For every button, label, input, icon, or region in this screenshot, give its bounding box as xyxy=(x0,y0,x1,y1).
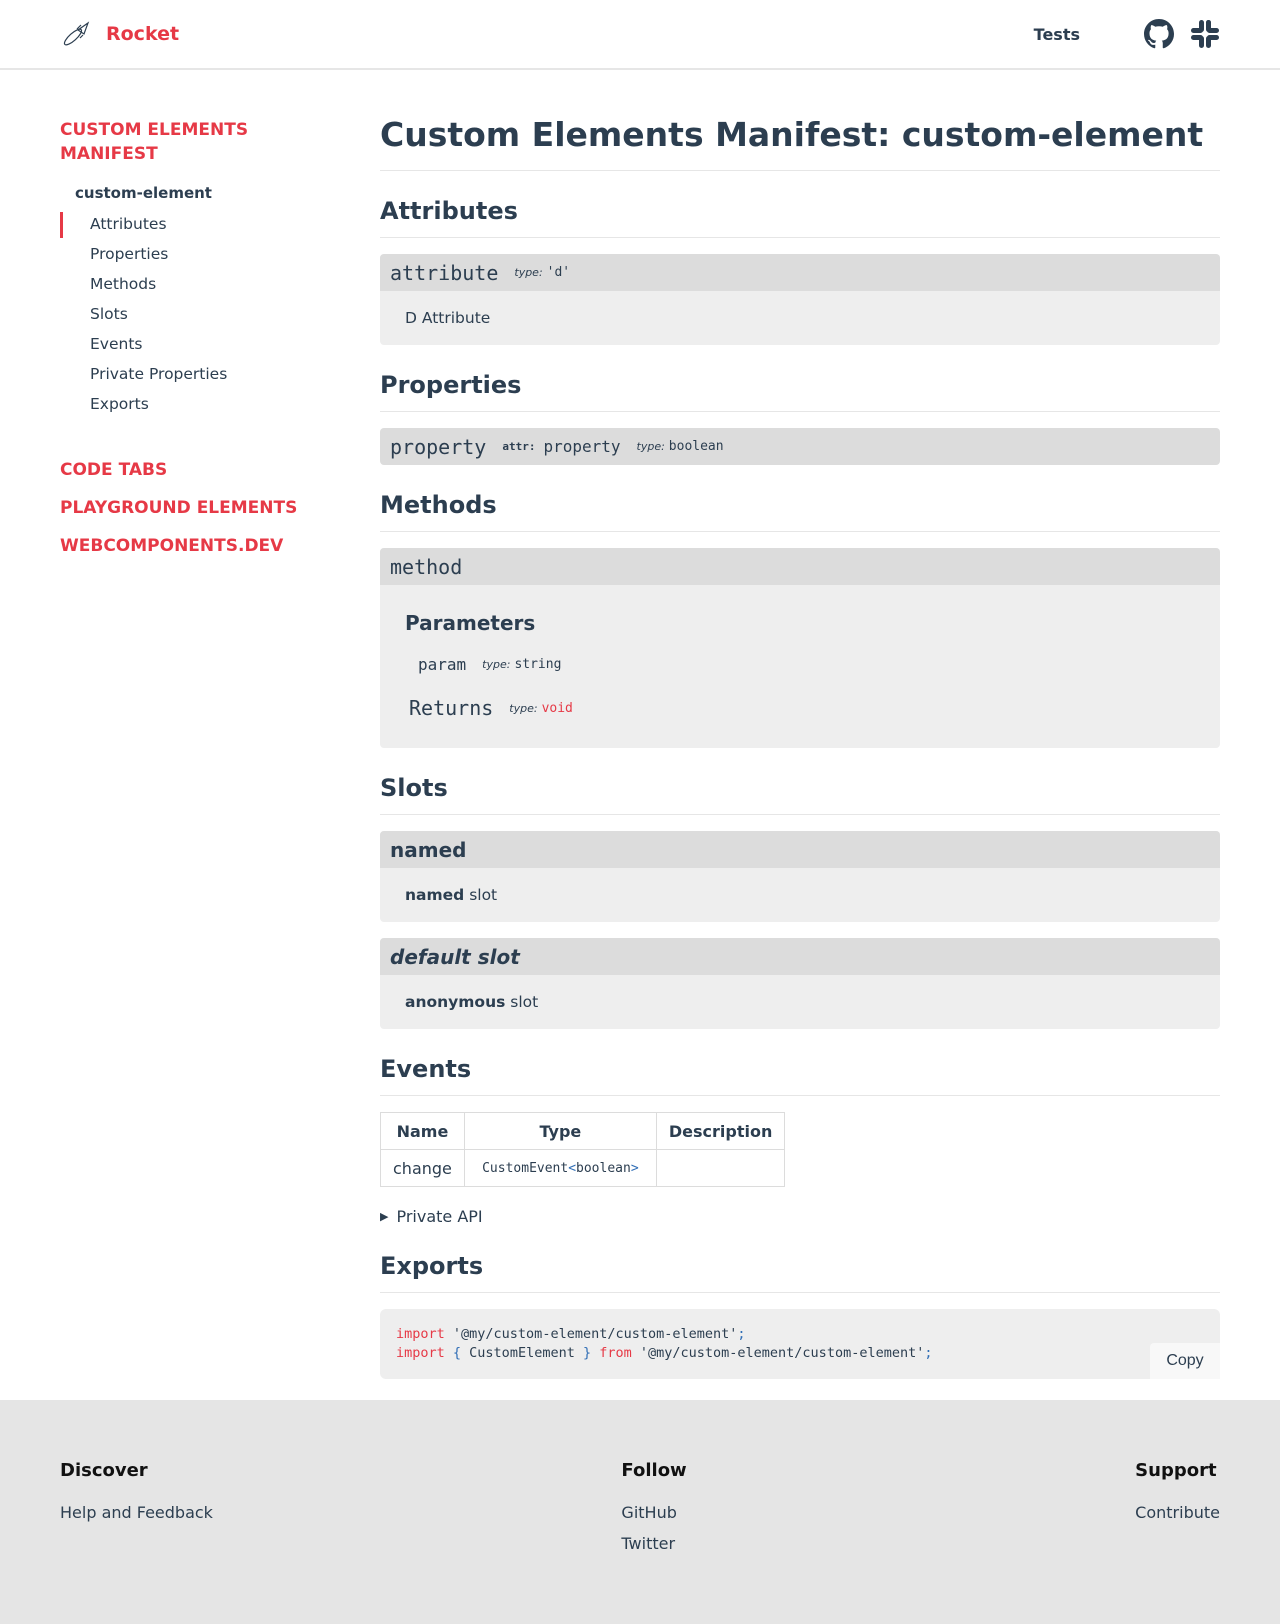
sidebar-item-list: Attributes Properties Methods Slots Even… xyxy=(60,212,380,422)
sidebar-item-methods[interactable]: Methods xyxy=(60,272,380,302)
nav-link-tests[interactable]: Tests xyxy=(1034,25,1080,44)
slot-desc-bold: anonymous xyxy=(405,993,506,1011)
events-table: Name Type Description change CustomEvent… xyxy=(380,1112,786,1187)
footer-column-follow: Follow GitHub Twitter xyxy=(621,1460,686,1624)
property-attr: property xyxy=(543,437,621,456)
sidebar-item-events[interactable]: Events xyxy=(60,332,380,362)
section-heading-attributes: Attributes xyxy=(380,193,1220,238)
private-api-toggle[interactable]: ▶ Private API xyxy=(380,1207,1220,1226)
event-type: CustomEvent<boolean> xyxy=(463,1149,657,1187)
footer-link-contribute[interactable]: Contribute xyxy=(1135,1503,1220,1522)
type-label: type: xyxy=(514,266,543,279)
returns-row: Returns type: void xyxy=(405,696,1195,720)
event-description xyxy=(655,1149,786,1187)
slot-card: default slot anonymous slot xyxy=(380,938,1220,1029)
param-type: string xyxy=(514,657,562,672)
attr-label: attr: xyxy=(502,440,536,453)
disclosure-triangle-icon: ▶ xyxy=(380,1210,389,1223)
slot-card: named named slot xyxy=(380,831,1220,922)
footer-link-help[interactable]: Help and Feedback xyxy=(60,1503,213,1522)
property-card: property attr: property type: boolean xyxy=(380,428,1220,465)
method-card: method Parameters param type: string Ret… xyxy=(380,548,1220,748)
copy-button[interactable]: Copy xyxy=(1150,1343,1220,1379)
slack-icon[interactable] xyxy=(1190,19,1220,49)
attribute-description: D Attribute xyxy=(405,309,491,327)
attribute-type: 'd' xyxy=(546,265,571,280)
slot-desc: slot xyxy=(464,886,498,904)
section-heading-properties: Properties xyxy=(380,367,1220,412)
slot-name: default slot xyxy=(390,944,520,969)
footer-heading: Support xyxy=(1135,1460,1217,1481)
footer-link-twitter[interactable]: Twitter xyxy=(621,1534,686,1553)
home-link[interactable]: Rocket xyxy=(60,20,179,48)
footer-heading: Discover xyxy=(60,1460,148,1481)
property-name: property xyxy=(390,434,487,459)
footer-column-discover: Discover Help and Feedback xyxy=(60,1460,213,1624)
slot-desc-bold: named xyxy=(405,886,465,904)
param-row: param type: string xyxy=(405,655,1195,674)
attribute-card: attribute type: 'd' D Attribute xyxy=(380,254,1220,345)
parameters-heading: Parameters xyxy=(405,611,536,635)
sidebar-item-exports[interactable]: Exports xyxy=(60,392,380,422)
footer-heading: Follow xyxy=(621,1460,687,1481)
section-heading-events: Events xyxy=(380,1051,1220,1096)
type-label: type: xyxy=(636,440,665,453)
param-name: param xyxy=(418,655,467,674)
main-content: Custom Elements Manifest: custom-element… xyxy=(380,70,1220,1400)
column-header: Description xyxy=(655,1112,786,1150)
attribute-name: attribute xyxy=(390,260,499,285)
sidebar-group-custom-elements-manifest[interactable]: CUSTOM ELEMENTS MANIFEST xyxy=(60,118,280,166)
returns-label: Returns xyxy=(409,696,494,720)
sidebar-group-webcomponents-dev[interactable]: WEBCOMPONENTS.DEV xyxy=(60,534,380,558)
type-label: type: xyxy=(509,701,538,715)
sidebar-item-properties[interactable]: Properties xyxy=(60,242,380,272)
method-name: method xyxy=(390,554,463,579)
returns-type: void xyxy=(541,700,573,716)
footer-link-github[interactable]: GitHub xyxy=(621,1503,686,1522)
slot-desc: slot xyxy=(505,993,539,1011)
sidebar: CUSTOM ELEMENTS MANIFEST custom-element … xyxy=(60,70,380,1400)
section-heading-methods: Methods xyxy=(380,487,1220,532)
section-heading-slots: Slots xyxy=(380,770,1220,815)
sidebar-item-private-properties[interactable]: Private Properties xyxy=(60,362,380,392)
sidebar-item-attributes[interactable]: Attributes xyxy=(60,212,380,242)
top-nav: Tests xyxy=(1034,19,1220,49)
table-row: change CustomEvent<boolean> xyxy=(380,1149,786,1187)
footer-column-support: Support Contribute xyxy=(1135,1460,1220,1624)
code-block: import '@my/custom-element/custom-elemen… xyxy=(380,1309,1220,1379)
column-header: Type xyxy=(463,1112,657,1150)
site-header: Rocket Tests xyxy=(0,0,1280,70)
slot-name: named xyxy=(390,837,467,862)
private-api-label: Private API xyxy=(396,1207,483,1226)
page-title: Custom Elements Manifest: custom-element xyxy=(380,112,1220,171)
event-name: change xyxy=(380,1149,465,1187)
sidebar-item-slots[interactable]: Slots xyxy=(60,302,380,332)
property-type: boolean xyxy=(668,439,724,454)
type-label: type: xyxy=(482,658,511,671)
section-heading-exports: Exports xyxy=(380,1248,1220,1293)
brand-name: Rocket xyxy=(106,23,180,45)
github-icon[interactable] xyxy=(1144,19,1174,49)
sidebar-subheading[interactable]: custom-element xyxy=(75,184,380,202)
column-header: Name xyxy=(380,1112,465,1150)
sidebar-group-playground-elements[interactable]: PLAYGROUND ELEMENTS xyxy=(60,496,380,520)
sidebar-group-code-tabs[interactable]: CODE TABS xyxy=(60,458,380,482)
site-footer: Discover Help and Feedback Follow GitHub… xyxy=(0,1400,1280,1624)
rocket-icon xyxy=(63,21,90,46)
